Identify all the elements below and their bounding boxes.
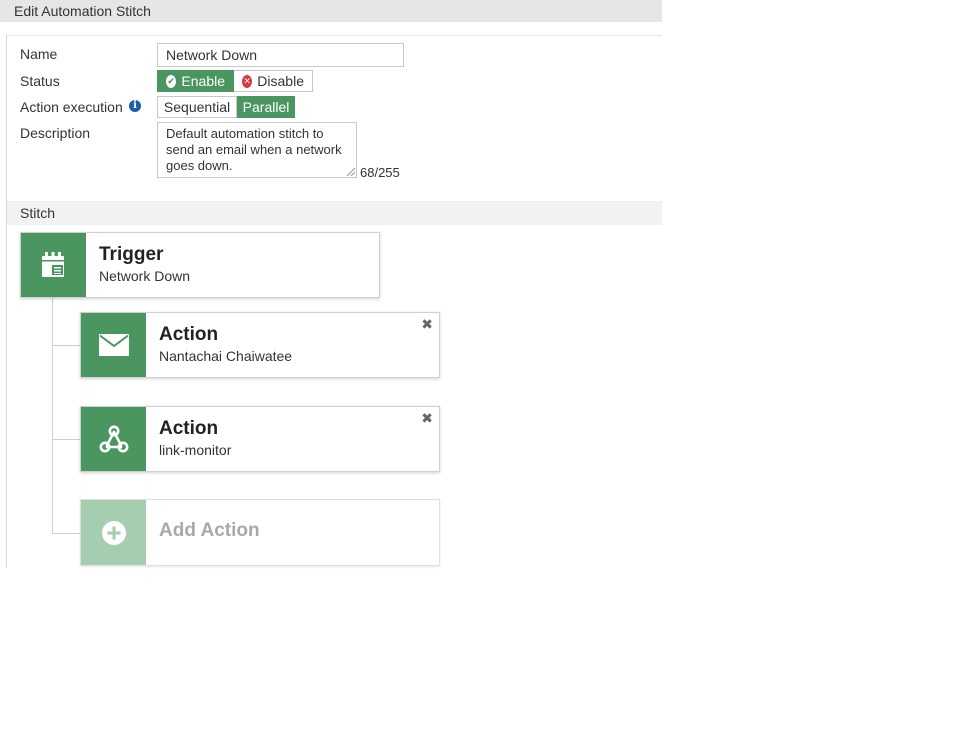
action-execution-toggle: Sequential Parallel [157,96,295,118]
stitch-section-header: Stitch [7,201,662,225]
action-card-email[interactable]: Action Nantachai Chaiwatee ✖ [80,312,440,378]
description-char-counter: 68/255 [360,165,400,180]
add-action-icon-box [81,500,146,565]
action-icon-box [81,407,146,471]
action-icon-box [81,313,146,377]
action-card-body: Action Nantachai Chaiwatee ✖ [146,313,439,377]
resize-handle-icon[interactable] [347,168,355,176]
check-circle-icon: ✔ [166,74,177,88]
action-subtitle: link-monitor [159,442,232,458]
action-title: Action [159,418,219,439]
status-toggle: ✔ Enable ✕ Disable [157,70,313,92]
tree-connector-add-action [52,533,81,534]
exec-parallel-label: Parallel [242,99,290,115]
calendar-event-icon [41,252,64,277]
exec-parallel-button[interactable]: Parallel [237,96,295,118]
close-icon[interactable]: ✖ [421,410,433,426]
action-card-body: Action link-monitor ✖ [146,407,439,471]
description-label: Description [20,125,91,141]
tree-connector-action-1 [52,345,81,346]
close-icon[interactable]: ✖ [421,316,433,332]
tree-connector-vertical [52,298,53,534]
trigger-card-body: Trigger Network Down [86,233,379,297]
action-title: Action [159,324,219,345]
add-action-label: Add Action [159,520,260,541]
trigger-card[interactable]: Trigger Network Down [20,232,380,298]
trigger-title: Trigger [99,244,164,265]
envelope-icon [98,334,129,356]
action-card-webhook[interactable]: Action link-monitor ✖ [80,406,440,472]
name-label: Name [20,46,58,62]
action-subtitle: Nantachai Chaiwatee [159,348,293,364]
add-action-button[interactable]: Add Action [80,499,440,566]
status-enable-label: Enable [181,73,225,89]
add-action-body: Add Action [146,500,439,565]
window-title: Edit Automation Stitch [0,0,662,22]
x-circle-icon: ✕ [242,74,253,88]
action-execution-label: Action execution [20,99,123,115]
trigger-subtitle: Network Down [99,268,191,284]
status-enable-button[interactable]: ✔ Enable [157,70,234,92]
tree-connector-action-2 [52,439,81,440]
trigger-icon-box [21,233,86,297]
webhook-icon [99,425,128,453]
exec-sequential-button[interactable]: Sequential [157,96,237,118]
plus-circle-icon [101,520,126,545]
status-disable-label: Disable [257,73,304,89]
status-label: Status [20,73,60,89]
info-icon[interactable]: i [129,100,141,112]
name-input[interactable] [157,43,404,67]
description-textarea[interactable]: Default automation stitch to send an ema… [157,122,357,178]
status-disable-button[interactable]: ✕ Disable [234,70,313,92]
exec-sequential-label: Sequential [163,99,231,115]
